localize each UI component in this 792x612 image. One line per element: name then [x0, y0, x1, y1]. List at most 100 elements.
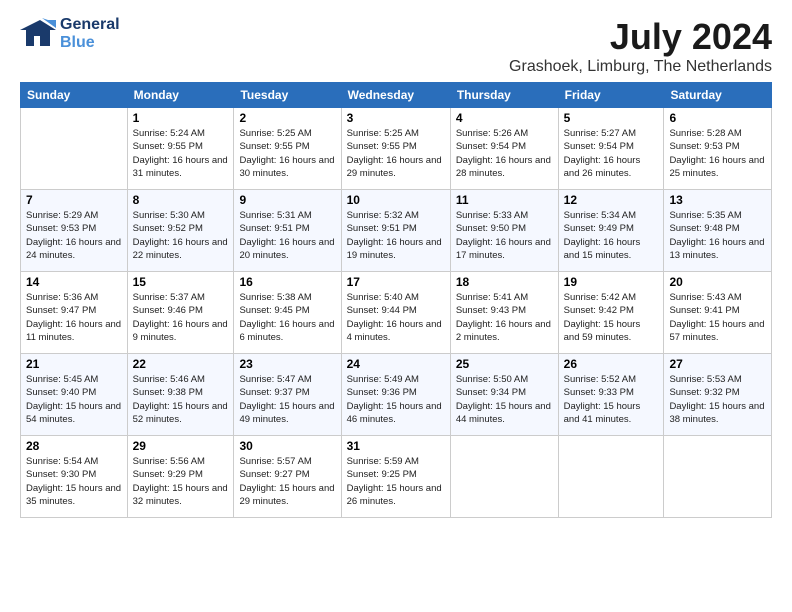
day-number: 12	[564, 193, 659, 207]
weekday-header-row: SundayMondayTuesdayWednesdayThursdayFrid…	[21, 83, 772, 108]
day-cell: 21 Sunrise: 5:45 AM Sunset: 9:40 PM Dayl…	[21, 354, 128, 436]
day-info: Sunrise: 5:26 AM Sunset: 9:54 PM Dayligh…	[456, 127, 553, 180]
day-info: Sunrise: 5:52 AM Sunset: 9:33 PM Dayligh…	[564, 373, 659, 426]
day-info: Sunrise: 5:31 AM Sunset: 9:51 PM Dayligh…	[239, 209, 335, 262]
day-number: 1	[133, 111, 229, 125]
logo: General Blue	[20, 16, 120, 52]
cell-content: 30 Sunrise: 5:57 AM Sunset: 9:27 PM Dayl…	[239, 439, 335, 514]
day-info: Sunrise: 5:56 AM Sunset: 9:29 PM Dayligh…	[133, 455, 229, 508]
day-info: Sunrise: 5:29 AM Sunset: 9:53 PM Dayligh…	[26, 209, 122, 262]
week-row-2: 7 Sunrise: 5:29 AM Sunset: 9:53 PM Dayli…	[21, 190, 772, 272]
cell-content: 23 Sunrise: 5:47 AM Sunset: 9:37 PM Dayl…	[239, 357, 335, 432]
day-info: Sunrise: 5:59 AM Sunset: 9:25 PM Dayligh…	[347, 455, 445, 508]
day-info: Sunrise: 5:41 AM Sunset: 9:43 PM Dayligh…	[456, 291, 553, 344]
day-cell	[558, 436, 664, 518]
cell-content: 27 Sunrise: 5:53 AM Sunset: 9:32 PM Dayl…	[669, 357, 766, 432]
day-number: 13	[669, 193, 766, 207]
day-number: 9	[239, 193, 335, 207]
day-number: 29	[133, 439, 229, 453]
cell-content: 11 Sunrise: 5:33 AM Sunset: 9:50 PM Dayl…	[456, 193, 553, 268]
cell-content: 19 Sunrise: 5:42 AM Sunset: 9:42 PM Dayl…	[564, 275, 659, 350]
week-row-5: 28 Sunrise: 5:54 AM Sunset: 9:30 PM Dayl…	[21, 436, 772, 518]
day-info: Sunrise: 5:40 AM Sunset: 9:44 PM Dayligh…	[347, 291, 445, 344]
day-info: Sunrise: 5:42 AM Sunset: 9:42 PM Dayligh…	[564, 291, 659, 344]
day-info: Sunrise: 5:28 AM Sunset: 9:53 PM Dayligh…	[669, 127, 766, 180]
day-number: 6	[669, 111, 766, 125]
cell-content: 10 Sunrise: 5:32 AM Sunset: 9:51 PM Dayl…	[347, 193, 445, 268]
day-cell: 7 Sunrise: 5:29 AM Sunset: 9:53 PM Dayli…	[21, 190, 128, 272]
week-row-1: 1 Sunrise: 5:24 AM Sunset: 9:55 PM Dayli…	[21, 108, 772, 190]
location-title: Grashoek, Limburg, The Netherlands	[509, 58, 772, 76]
week-row-3: 14 Sunrise: 5:36 AM Sunset: 9:47 PM Dayl…	[21, 272, 772, 354]
day-cell: 11 Sunrise: 5:33 AM Sunset: 9:50 PM Dayl…	[450, 190, 558, 272]
day-info: Sunrise: 5:35 AM Sunset: 9:48 PM Dayligh…	[669, 209, 766, 262]
day-cell: 17 Sunrise: 5:40 AM Sunset: 9:44 PM Dayl…	[341, 272, 450, 354]
cell-content: 17 Sunrise: 5:40 AM Sunset: 9:44 PM Dayl…	[347, 275, 445, 350]
day-info: Sunrise: 5:24 AM Sunset: 9:55 PM Dayligh…	[133, 127, 229, 180]
day-cell	[664, 436, 772, 518]
weekday-header-wednesday: Wednesday	[341, 83, 450, 108]
day-info: Sunrise: 5:53 AM Sunset: 9:32 PM Dayligh…	[669, 373, 766, 426]
day-number: 10	[347, 193, 445, 207]
cell-content: 13 Sunrise: 5:35 AM Sunset: 9:48 PM Dayl…	[669, 193, 766, 268]
day-info: Sunrise: 5:30 AM Sunset: 9:52 PM Dayligh…	[133, 209, 229, 262]
day-cell: 3 Sunrise: 5:25 AM Sunset: 9:55 PM Dayli…	[341, 108, 450, 190]
day-info: Sunrise: 5:50 AM Sunset: 9:34 PM Dayligh…	[456, 373, 553, 426]
week-row-4: 21 Sunrise: 5:45 AM Sunset: 9:40 PM Dayl…	[21, 354, 772, 436]
title-block: July 2024 Grashoek, Limburg, The Netherl…	[509, 16, 772, 76]
day-info: Sunrise: 5:32 AM Sunset: 9:51 PM Dayligh…	[347, 209, 445, 262]
day-cell: 23 Sunrise: 5:47 AM Sunset: 9:37 PM Dayl…	[234, 354, 341, 436]
day-cell: 14 Sunrise: 5:36 AM Sunset: 9:47 PM Dayl…	[21, 272, 128, 354]
calendar-table: SundayMondayTuesdayWednesdayThursdayFrid…	[20, 82, 772, 518]
cell-content: 4 Sunrise: 5:26 AM Sunset: 9:54 PM Dayli…	[456, 111, 553, 186]
day-cell: 20 Sunrise: 5:43 AM Sunset: 9:41 PM Dayl…	[664, 272, 772, 354]
day-cell	[21, 108, 128, 190]
day-cell: 16 Sunrise: 5:38 AM Sunset: 9:45 PM Dayl…	[234, 272, 341, 354]
day-cell: 8 Sunrise: 5:30 AM Sunset: 9:52 PM Dayli…	[127, 190, 234, 272]
day-info: Sunrise: 5:25 AM Sunset: 9:55 PM Dayligh…	[347, 127, 445, 180]
day-info: Sunrise: 5:49 AM Sunset: 9:36 PM Dayligh…	[347, 373, 445, 426]
day-number: 30	[239, 439, 335, 453]
cell-content: 2 Sunrise: 5:25 AM Sunset: 9:55 PM Dayli…	[239, 111, 335, 186]
logo-text: General Blue	[60, 16, 120, 51]
cell-content: 31 Sunrise: 5:59 AM Sunset: 9:25 PM Dayl…	[347, 439, 445, 514]
day-number: 5	[564, 111, 659, 125]
weekday-header-tuesday: Tuesday	[234, 83, 341, 108]
cell-content: 22 Sunrise: 5:46 AM Sunset: 9:38 PM Dayl…	[133, 357, 229, 432]
cell-content: 7 Sunrise: 5:29 AM Sunset: 9:53 PM Dayli…	[26, 193, 122, 268]
day-info: Sunrise: 5:57 AM Sunset: 9:27 PM Dayligh…	[239, 455, 335, 508]
day-number: 18	[456, 275, 553, 289]
day-cell: 24 Sunrise: 5:49 AM Sunset: 9:36 PM Dayl…	[341, 354, 450, 436]
day-info: Sunrise: 5:46 AM Sunset: 9:38 PM Dayligh…	[133, 373, 229, 426]
cell-content: 5 Sunrise: 5:27 AM Sunset: 9:54 PM Dayli…	[564, 111, 659, 186]
weekday-header-monday: Monday	[127, 83, 234, 108]
day-cell: 9 Sunrise: 5:31 AM Sunset: 9:51 PM Dayli…	[234, 190, 341, 272]
day-number: 15	[133, 275, 229, 289]
day-number: 4	[456, 111, 553, 125]
day-number: 7	[26, 193, 122, 207]
day-number: 14	[26, 275, 122, 289]
day-number: 17	[347, 275, 445, 289]
day-cell: 1 Sunrise: 5:24 AM Sunset: 9:55 PM Dayli…	[127, 108, 234, 190]
day-number: 25	[456, 357, 553, 371]
page: General Blue July 2024 Grashoek, Limburg…	[0, 0, 792, 612]
day-number: 31	[347, 439, 445, 453]
cell-content: 1 Sunrise: 5:24 AM Sunset: 9:55 PM Dayli…	[133, 111, 229, 186]
day-cell: 2 Sunrise: 5:25 AM Sunset: 9:55 PM Dayli…	[234, 108, 341, 190]
cell-content: 28 Sunrise: 5:54 AM Sunset: 9:30 PM Dayl…	[26, 439, 122, 514]
day-info: Sunrise: 5:43 AM Sunset: 9:41 PM Dayligh…	[669, 291, 766, 344]
day-info: Sunrise: 5:45 AM Sunset: 9:40 PM Dayligh…	[26, 373, 122, 426]
day-cell: 12 Sunrise: 5:34 AM Sunset: 9:49 PM Dayl…	[558, 190, 664, 272]
day-number: 21	[26, 357, 122, 371]
day-number: 20	[669, 275, 766, 289]
weekday-header-friday: Friday	[558, 83, 664, 108]
cell-content: 6 Sunrise: 5:28 AM Sunset: 9:53 PM Dayli…	[669, 111, 766, 186]
cell-content: 12 Sunrise: 5:34 AM Sunset: 9:49 PM Dayl…	[564, 193, 659, 268]
cell-content: 21 Sunrise: 5:45 AM Sunset: 9:40 PM Dayl…	[26, 357, 122, 432]
day-number: 22	[133, 357, 229, 371]
day-number: 3	[347, 111, 445, 125]
day-number: 24	[347, 357, 445, 371]
day-cell: 13 Sunrise: 5:35 AM Sunset: 9:48 PM Dayl…	[664, 190, 772, 272]
day-info: Sunrise: 5:37 AM Sunset: 9:46 PM Dayligh…	[133, 291, 229, 344]
day-cell: 25 Sunrise: 5:50 AM Sunset: 9:34 PM Dayl…	[450, 354, 558, 436]
